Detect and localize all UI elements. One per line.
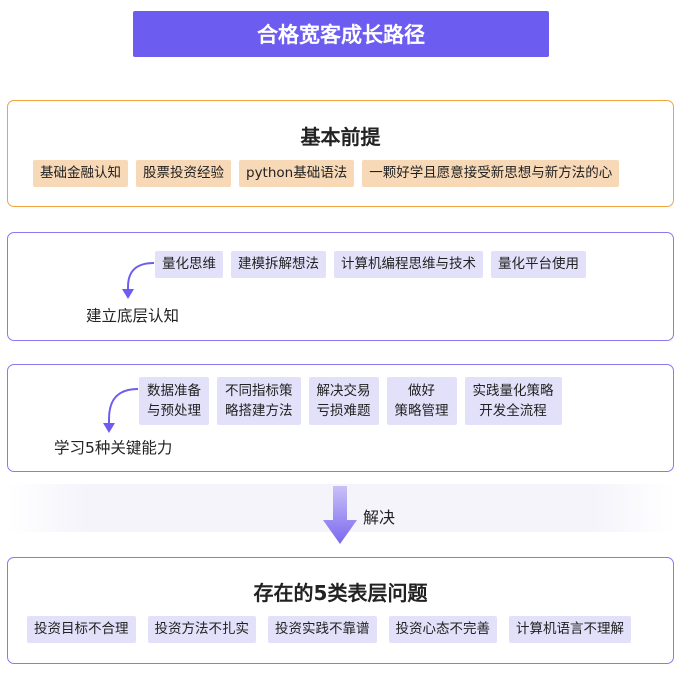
cognition-item: 量化思维: [155, 251, 223, 278]
ability-item: 不同指标策 略搭建方法: [217, 377, 301, 425]
basics-panel: 基本前提 基础金融认知 股票投资经验 python基础语法 一颗好学且愿意接受新…: [7, 100, 674, 207]
cognition-item: 计算机编程思维与技术: [334, 251, 483, 278]
basics-item: 一颗好学且愿意接受新思想与新方法的心: [362, 160, 620, 187]
problems-chips: 投资目标不合理 投资方法不扎实 投资实践不靠谱 投资心态不完善 计算机语言不理解: [27, 616, 631, 643]
curved-arrow-icon: [122, 262, 155, 299]
basics-title: 基本前提: [300, 125, 381, 149]
problems-panel: 存在的5类表层问题 投资目标不合理 投资方法不扎实 投资实践不靠谱 投资心态不完…: [7, 557, 674, 664]
cognition-item: 量化平台使用: [491, 251, 586, 278]
problem-item: 计算机语言不理解: [509, 616, 631, 643]
basics-item: 基础金融认知: [33, 160, 128, 187]
problem-item: 投资目标不合理: [27, 616, 136, 643]
cognition-chips: 量化思维 建模拆解想法 计算机编程思维与技术 量化平台使用: [155, 251, 586, 278]
abilities-chips: 数据准备 与预处理 不同指标策 略搭建方法 解决交易 亏损难题 做好 策略管理 …: [139, 377, 562, 425]
down-arrow-icon: [323, 486, 357, 544]
ability-item: 做好 策略管理: [386, 377, 457, 425]
abilities-label: 学习5种关键能力: [54, 439, 173, 457]
ability-item: 实践量化策略 开发全流程: [464, 377, 562, 425]
abilities-panel: 数据准备 与预处理 不同指标策 略搭建方法 解决交易 亏损难题 做好 策略管理 …: [7, 364, 674, 472]
cognition-item: 建模拆解想法: [231, 251, 326, 278]
curved-arrow-icon: [103, 388, 139, 433]
basics-item: python基础语法: [239, 160, 355, 187]
problems-title: 存在的5类表层问题: [253, 581, 428, 605]
ability-item: 解决交易 亏损难题: [308, 377, 379, 425]
problem-item: 投资心态不完善: [388, 616, 497, 643]
basics-item: 股票投资经验: [136, 160, 231, 187]
problem-item: 投资实践不靠谱: [268, 616, 377, 643]
basics-chips: 基础金融认知 股票投资经验 python基础语法 一颗好学且愿意接受新思想与新方…: [33, 160, 620, 187]
transition-label: 解决: [363, 508, 396, 527]
ability-item: 数据准备 与预处理: [139, 377, 209, 425]
page-title: 合格宽客成长路径: [133, 11, 549, 57]
cognition-label: 建立底层认知: [86, 307, 180, 325]
cognition-panel: 量化思维 建模拆解想法 计算机编程思维与技术 量化平台使用 建立底层认知: [7, 232, 674, 341]
problem-item: 投资方法不扎实: [147, 616, 256, 643]
